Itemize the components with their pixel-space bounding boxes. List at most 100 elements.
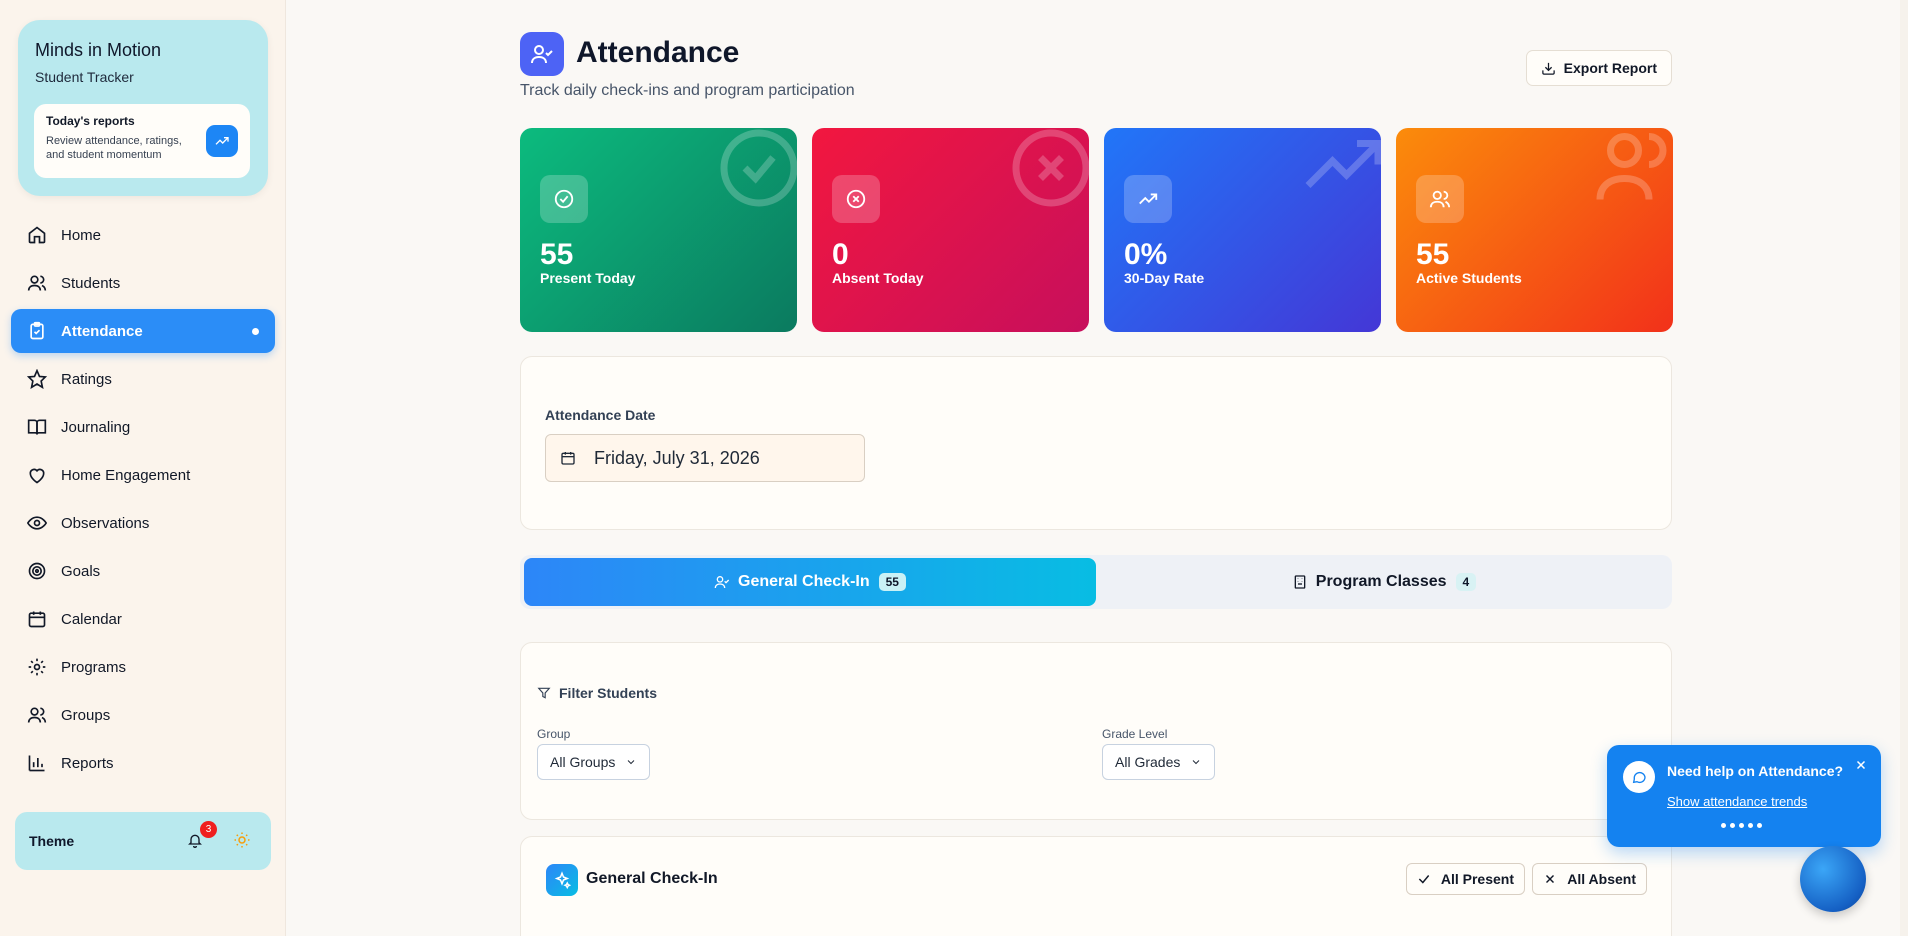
group-filter-label: Group [537,727,571,741]
users-icon [27,275,47,291]
page-title: Attendance [576,36,740,69]
sidebar-item-journaling[interactable]: Journaling [11,405,275,449]
brand-title: Minds in Motion [35,40,162,60]
general-check-in-title: General Check-In [586,870,718,887]
assistant-orb-button[interactable] [1800,846,1866,912]
help-popup: Need help on Attendance? Show attendance… [1607,745,1881,847]
sun-icon[interactable] [233,831,251,849]
attendance-date-label: Attendance Date [545,407,656,423]
stat-value: 55 [1416,238,1450,271]
brand-subtitle: Student Tracker [35,69,134,85]
grade-level-select[interactable]: All Grades [1102,744,1216,780]
sidebar-item-label: Observations [61,514,150,532]
sidebar-item-attendance[interactable]: Attendance [11,309,275,353]
group-select-value: All Groups [550,754,616,770]
filter-students-card: Filter Students Group All Groups Grade L… [520,642,1672,820]
tab-count-badge: 4 [1455,573,1477,591]
page-subtitle: Track daily check-ins and program partic… [520,82,855,99]
stat-card-active-students: 55 Active Students [1396,128,1673,332]
heart-icon [29,468,45,484]
sidebar-item-observations[interactable]: Observations [11,501,275,545]
calendar-icon [561,452,575,465]
sidebar-item-label: Calendar [61,610,122,628]
theme-bar: Theme 3 [15,812,271,870]
stat-card-present: 55 Present Today [520,128,797,332]
scrollbar[interactable] [1900,0,1908,936]
reports-card-description: Review attendance, ratings, and student … [46,135,182,161]
group-select[interactable]: All Groups [537,744,651,780]
sidebar-item-label: Goals [61,562,101,580]
stats-row: 55 Present Today 0 Absent Today 0% 30-Da… [520,128,1673,332]
sidebar: Minds in Motion Student Tracker Today's … [0,0,286,936]
trending-up-icon [1305,140,1381,188]
bar-chart-icon [28,755,45,772]
sidebar-item-calendar[interactable]: Calendar [11,597,275,641]
sidebar-item-label: Reports [61,754,114,772]
calendar-icon [28,611,46,628]
checkin-tabs: General Check-In 55 Program Classes 4 [520,555,1672,609]
sidebar-item-home-engagement[interactable]: Home Engagement [11,453,275,497]
star-icon [27,369,47,389]
tab-general-check-in[interactable]: General Check-In 55 [524,558,1096,606]
sidebar-nav: Home Students Attendance Ratings Journal… [11,213,275,789]
x-circle-icon [1012,129,1089,207]
sidebar-item-label: Groups [61,706,111,724]
x-circle-icon [832,175,880,223]
check-icon [1418,875,1430,884]
sidebar-item-label: Students [61,274,121,292]
theme-label: Theme [29,833,75,849]
stat-label: 30-Day Rate [1124,270,1205,286]
sidebar-item-label: Home Engagement [61,466,191,484]
user-check-icon [520,32,564,76]
all-present-button[interactable]: All Present [1405,863,1525,895]
stat-label: Present Today [540,270,636,286]
brand-card: Minds in Motion Student Tracker Today's … [18,20,268,196]
all-present-label: All Present [1440,871,1514,887]
close-icon[interactable] [1855,759,1867,771]
sidebar-item-goals[interactable]: Goals [11,549,275,593]
sparkles-icon [546,864,578,896]
sidebar-item-students[interactable]: Students [11,261,275,305]
sidebar-item-label: Journaling [61,418,131,436]
notification-badge: 3 [200,821,217,838]
home-icon [28,226,46,244]
users-icon [1416,175,1464,223]
sidebar-item-reports[interactable]: Reports [11,741,275,785]
todays-reports-card[interactable]: Today's reports Review attendance, ratin… [34,104,250,178]
tab-label: Program Classes [1315,573,1447,590]
all-absent-label: All Absent [1567,871,1636,887]
stat-value: 55 [540,238,574,271]
show-attendance-trends-link[interactable]: Show attendance trends [1667,794,1807,809]
sidebar-item-programs[interactable]: Programs [11,645,275,689]
users-icon [1596,133,1667,200]
stat-value: 0 [832,238,849,271]
help-title: Need help on Attendance? [1667,763,1844,779]
active-indicator-dot [252,328,259,335]
filter-title-label: Filter Students [559,685,658,701]
download-icon [1541,62,1555,75]
tab-count-badge: 55 [878,573,906,591]
sidebar-item-ratings[interactable]: Ratings [11,357,275,401]
chevron-down-icon [628,760,635,765]
users-icon [27,707,47,723]
eye-icon [27,516,47,530]
tab-program-classes[interactable]: Program Classes 4 [1100,558,1668,606]
all-absent-button[interactable]: All Absent [1532,863,1647,895]
close-icon [1546,874,1555,884]
stat-card-rate: 0% 30-Day Rate [1104,128,1381,332]
attendance-date-value: Friday, July 31, 2026 [594,447,760,468]
attendance-date-card: Attendance Date Friday, July 31, 2026 [520,356,1672,530]
check-circle-icon [720,129,797,207]
sidebar-item-home[interactable]: Home [11,213,275,257]
gear-icon [28,658,46,676]
clipboard-check-icon [30,321,44,340]
sidebar-item-groups[interactable]: Groups [11,693,275,737]
grade-level-select-value: All Grades [1115,754,1181,770]
export-report-button[interactable]: Export Report [1525,50,1672,86]
attendance-date-input[interactable]: Friday, July 31, 2026 [545,434,865,482]
stat-label: Absent Today [832,270,924,286]
trending-up-icon[interactable] [206,125,238,157]
general-check-in-card: General Check-In All Present All Absent [520,836,1672,936]
sidebar-item-label: Home [61,226,102,244]
export-report-label: Export Report [1563,60,1657,76]
